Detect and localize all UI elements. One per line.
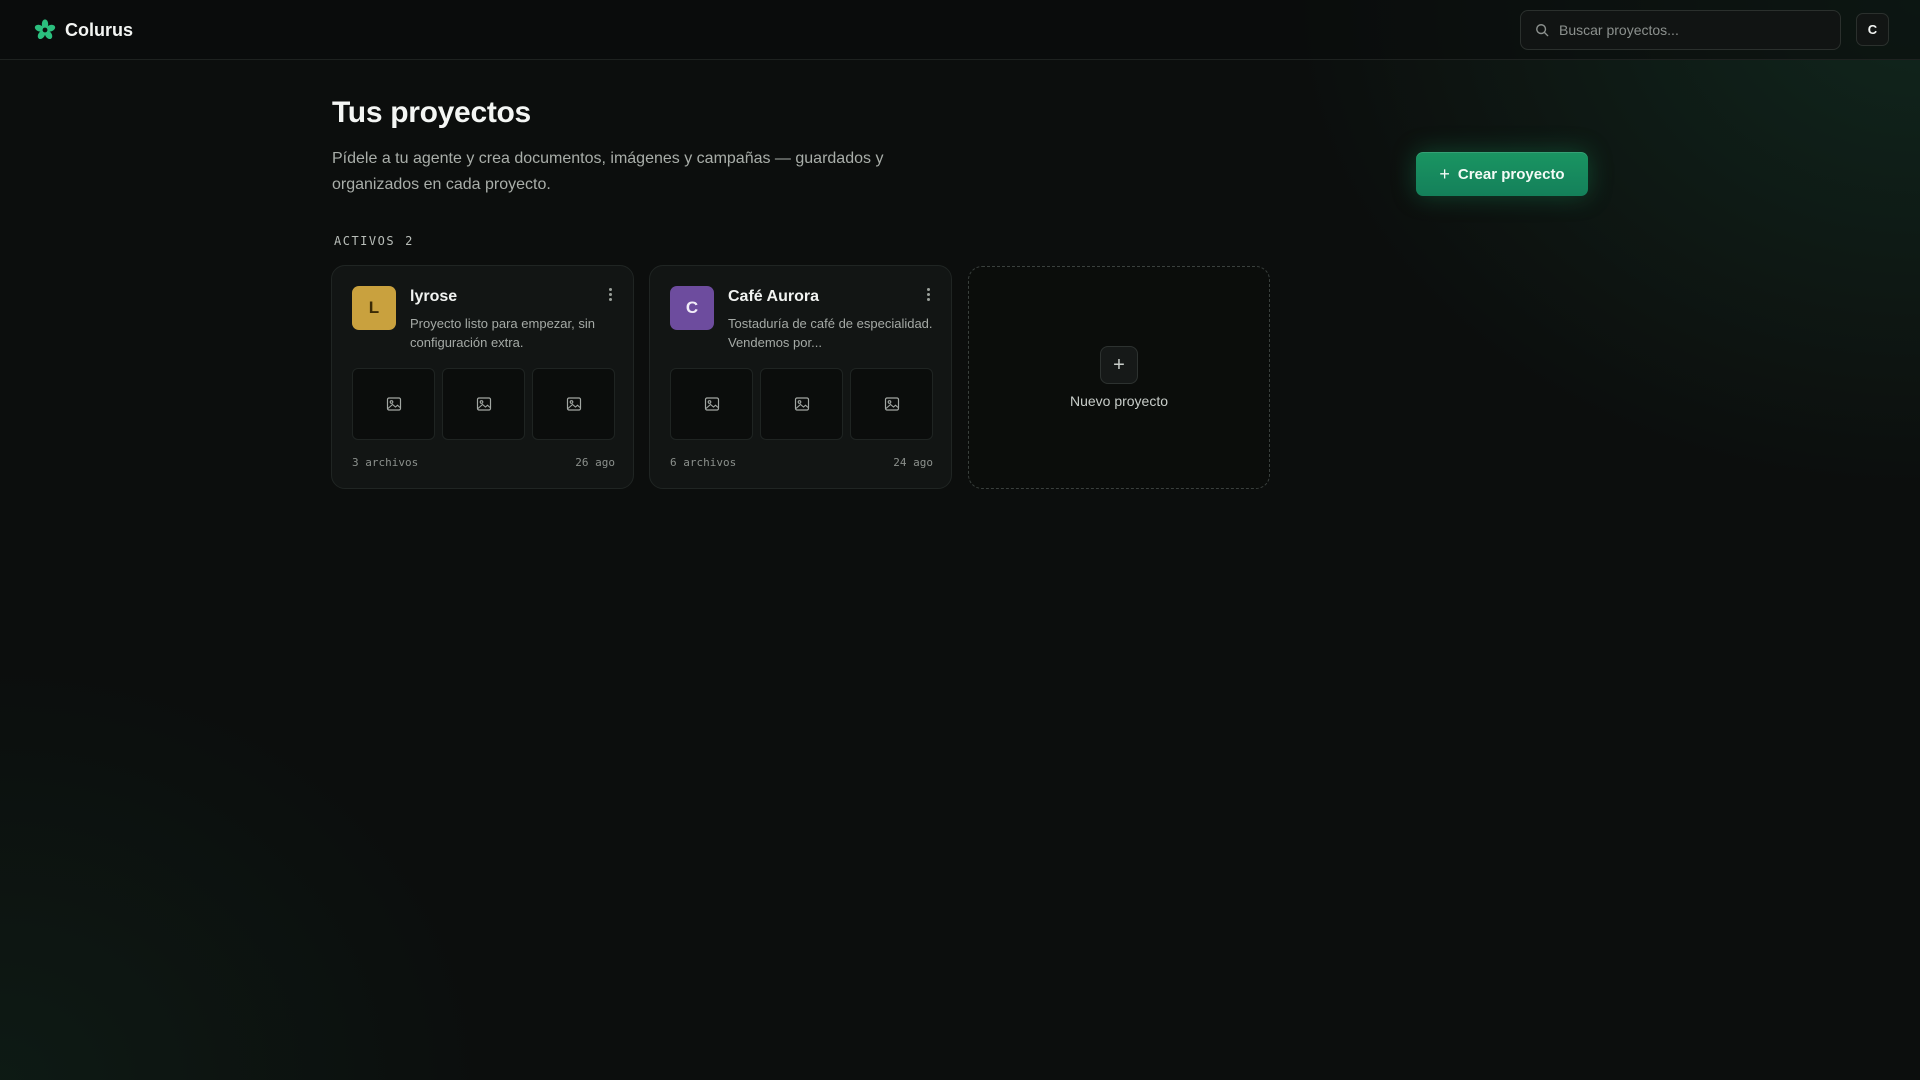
image-placeholder-icon (386, 397, 401, 411)
project-avatar: C (670, 286, 714, 330)
image-placeholder-icon (566, 397, 581, 411)
thumbnail[interactable] (670, 368, 753, 440)
create-project-label: Crear proyecto (1457, 165, 1565, 183)
project-thumbnails (670, 368, 933, 440)
project-card-lyrose[interactable]: L lyrose Proyecto listo para empezar, si… (331, 265, 634, 489)
project-description: Tostaduría de café de especialidad. Vend… (728, 316, 933, 350)
page-title: Tus proyectos (332, 96, 531, 129)
project-date: 26 ago (575, 456, 615, 469)
thumbnail[interactable] (850, 368, 933, 440)
thumbnail[interactable] (442, 368, 525, 440)
image-placeholder-icon (476, 397, 491, 411)
new-project-card[interactable]: + Nuevo proyecto (968, 266, 1270, 489)
create-project-button[interactable]: + Crear proyecto (1416, 152, 1588, 196)
top-bar: Colurus C (0, 0, 1920, 60)
more-vertical-icon[interactable] (920, 284, 936, 304)
project-date: 24 ago (893, 456, 933, 469)
image-placeholder-icon (704, 397, 719, 411)
section-count: 2 (405, 234, 414, 248)
plus-icon: + (1439, 164, 1450, 184)
search-input[interactable] (1559, 22, 1829, 38)
project-avatar: L (352, 286, 396, 330)
more-vertical-icon[interactable] (602, 284, 618, 304)
brand[interactable]: Colurus (33, 16, 133, 44)
project-card-cafe-aurora[interactable]: C Café Aurora Tostaduría de café de espe… (649, 265, 952, 489)
section-label: ACTIVOS (334, 234, 396, 248)
project-name: lyrose (410, 288, 458, 305)
file-count: 3 archivos (352, 456, 419, 469)
flower-logo-icon (34, 19, 56, 40)
project-thumbnails (352, 368, 615, 440)
search-box[interactable] (1520, 10, 1841, 50)
project-name: Café Aurora (728, 288, 819, 305)
search-icon (1536, 24, 1549, 37)
project-description: Proyecto listo para empezar, sin configu… (410, 316, 595, 350)
user-avatar-button[interactable]: C (1856, 13, 1889, 46)
image-placeholder-icon (884, 397, 899, 411)
new-project-label: Nuevo proyecto (1069, 393, 1169, 409)
thumbnail[interactable] (760, 368, 843, 440)
file-count: 6 archivos (670, 456, 737, 469)
plus-icon: + (1100, 346, 1138, 384)
section-heading-active: ACTIVOS 2 (334, 234, 414, 248)
thumbnail[interactable] (352, 368, 435, 440)
app-name: Colurus (65, 19, 134, 40)
project-meta: 6 archivos 24 ago (670, 456, 933, 469)
image-placeholder-icon (794, 397, 809, 411)
project-meta: 3 archivos 26 ago (352, 456, 615, 469)
thumbnail[interactable] (532, 368, 615, 440)
page-subtitle: Pídele a tu agente y crea documentos, im… (332, 150, 884, 193)
